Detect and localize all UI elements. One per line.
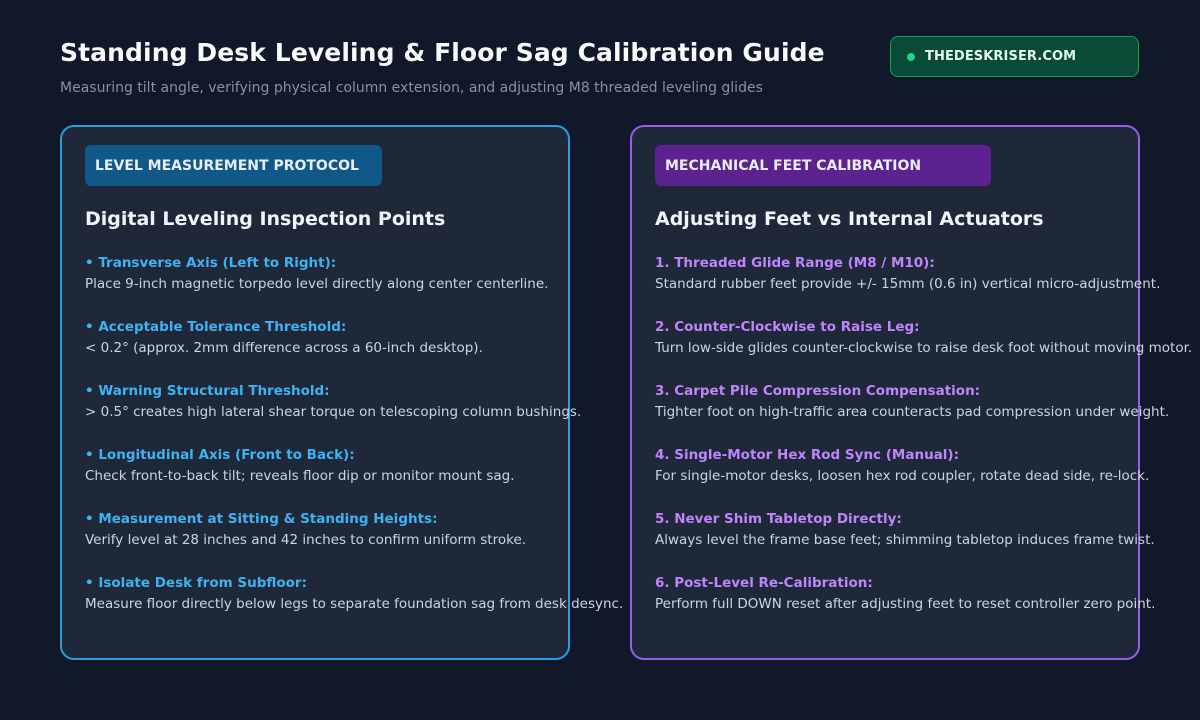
item-heading: 6. Post-Level Re-Calibration: (655, 575, 873, 591)
item-heading: 4. Single-Motor Hex Rod Sync (Manual): (655, 447, 960, 463)
item-body: Check front-to-back tilt; reveals floor … (85, 468, 515, 484)
list-item: 4. Single-Motor Hex Rod Sync (Manual): F… (655, 445, 1195, 509)
item-heading: • Warning Structural Threshold: (85, 383, 330, 399)
item-body: Standard rubber feet provide +/- 15mm (0… (655, 276, 1161, 292)
list-item: • Warning Structural Threshold: > 0.5° c… (85, 381, 625, 445)
brand-label: THEDESKRISER.COM (925, 49, 1077, 64)
card-items: 1. Threaded Glide Range (M8 / M10): Stan… (655, 253, 1195, 637)
item-body: Always level the frame base feet; shimmi… (655, 532, 1155, 548)
list-item: 3. Carpet Pile Compression Compensation:… (655, 381, 1195, 445)
list-item: 1. Threaded Glide Range (M8 / M10): Stan… (655, 253, 1195, 317)
card-items: • Transverse Axis (Left to Right): Place… (85, 253, 625, 637)
page-title: Standing Desk Leveling & Floor Sag Calib… (60, 38, 825, 67)
item-heading: • Acceptable Tolerance Threshold: (85, 319, 347, 335)
item-heading: 2. Counter-Clockwise to Raise Leg: (655, 319, 920, 335)
card-title: Digital Leveling Inspection Points (85, 208, 446, 230)
item-heading: • Longitudinal Axis (Front to Back): (85, 447, 355, 463)
item-body: Tighter foot on high-traffic area counte… (655, 404, 1170, 420)
list-item: • Isolate Desk from Subfloor: Measure fl… (85, 573, 625, 637)
level-measurement-card: LEVEL MEASUREMENT PROTOCOL Digital Level… (60, 125, 623, 660)
item-body: Verify level at 28 inches and 42 inches … (85, 532, 527, 548)
item-heading: 1. Threaded Glide Range (M8 / M10): (655, 255, 935, 271)
page-subtitle: Measuring tilt angle, verifying physical… (60, 80, 763, 96)
item-body: For single-motor desks, loosen hex rod c… (655, 468, 1150, 484)
list-item: 2. Counter-Clockwise to Raise Leg: Turn … (655, 317, 1195, 381)
item-body: > 0.5° creates high lateral shear torque… (85, 404, 582, 420)
list-item: 5. Never Shim Tabletop Directly: Always … (655, 509, 1195, 573)
list-item: • Acceptable Tolerance Threshold: < 0.2°… (85, 317, 625, 381)
item-body: Turn low-side glides counter-clockwise t… (655, 340, 1193, 356)
card-title: Adjusting Feet vs Internal Actuators (655, 208, 1044, 230)
status-dot-icon (907, 52, 915, 61)
item-body: Perform full DOWN reset after adjusting … (655, 596, 1156, 612)
mechanical-feet-card: MECHANICAL FEET CALIBRATION Adjusting Fe… (630, 125, 1192, 660)
item-heading: 5. Never Shim Tabletop Directly: (655, 511, 902, 527)
list-item: • Transverse Axis (Left to Right): Place… (85, 253, 625, 317)
item-heading: 3. Carpet Pile Compression Compensation: (655, 383, 981, 399)
item-body: < 0.2° (approx. 2mm difference across a … (85, 340, 483, 356)
list-item: • Longitudinal Axis (Front to Back): Che… (85, 445, 625, 509)
item-body: Measure floor directly below legs to sep… (85, 596, 624, 612)
list-item: • Measurement at Sitting & Standing Heig… (85, 509, 625, 573)
item-heading: • Isolate Desk from Subfloor: (85, 575, 307, 591)
item-heading: • Measurement at Sitting & Standing Heig… (85, 511, 438, 527)
item-heading: • Transverse Axis (Left to Right): (85, 255, 337, 271)
card-tag: LEVEL MEASUREMENT PROTOCOL (85, 145, 382, 186)
item-body: Place 9-inch magnetic torpedo level dire… (85, 276, 549, 292)
brand-badge[interactable]: THEDESKRISER.COM (890, 36, 1139, 77)
list-item: 6. Post-Level Re-Calibration: Perform fu… (655, 573, 1195, 637)
card-tag: MECHANICAL FEET CALIBRATION (655, 145, 991, 186)
